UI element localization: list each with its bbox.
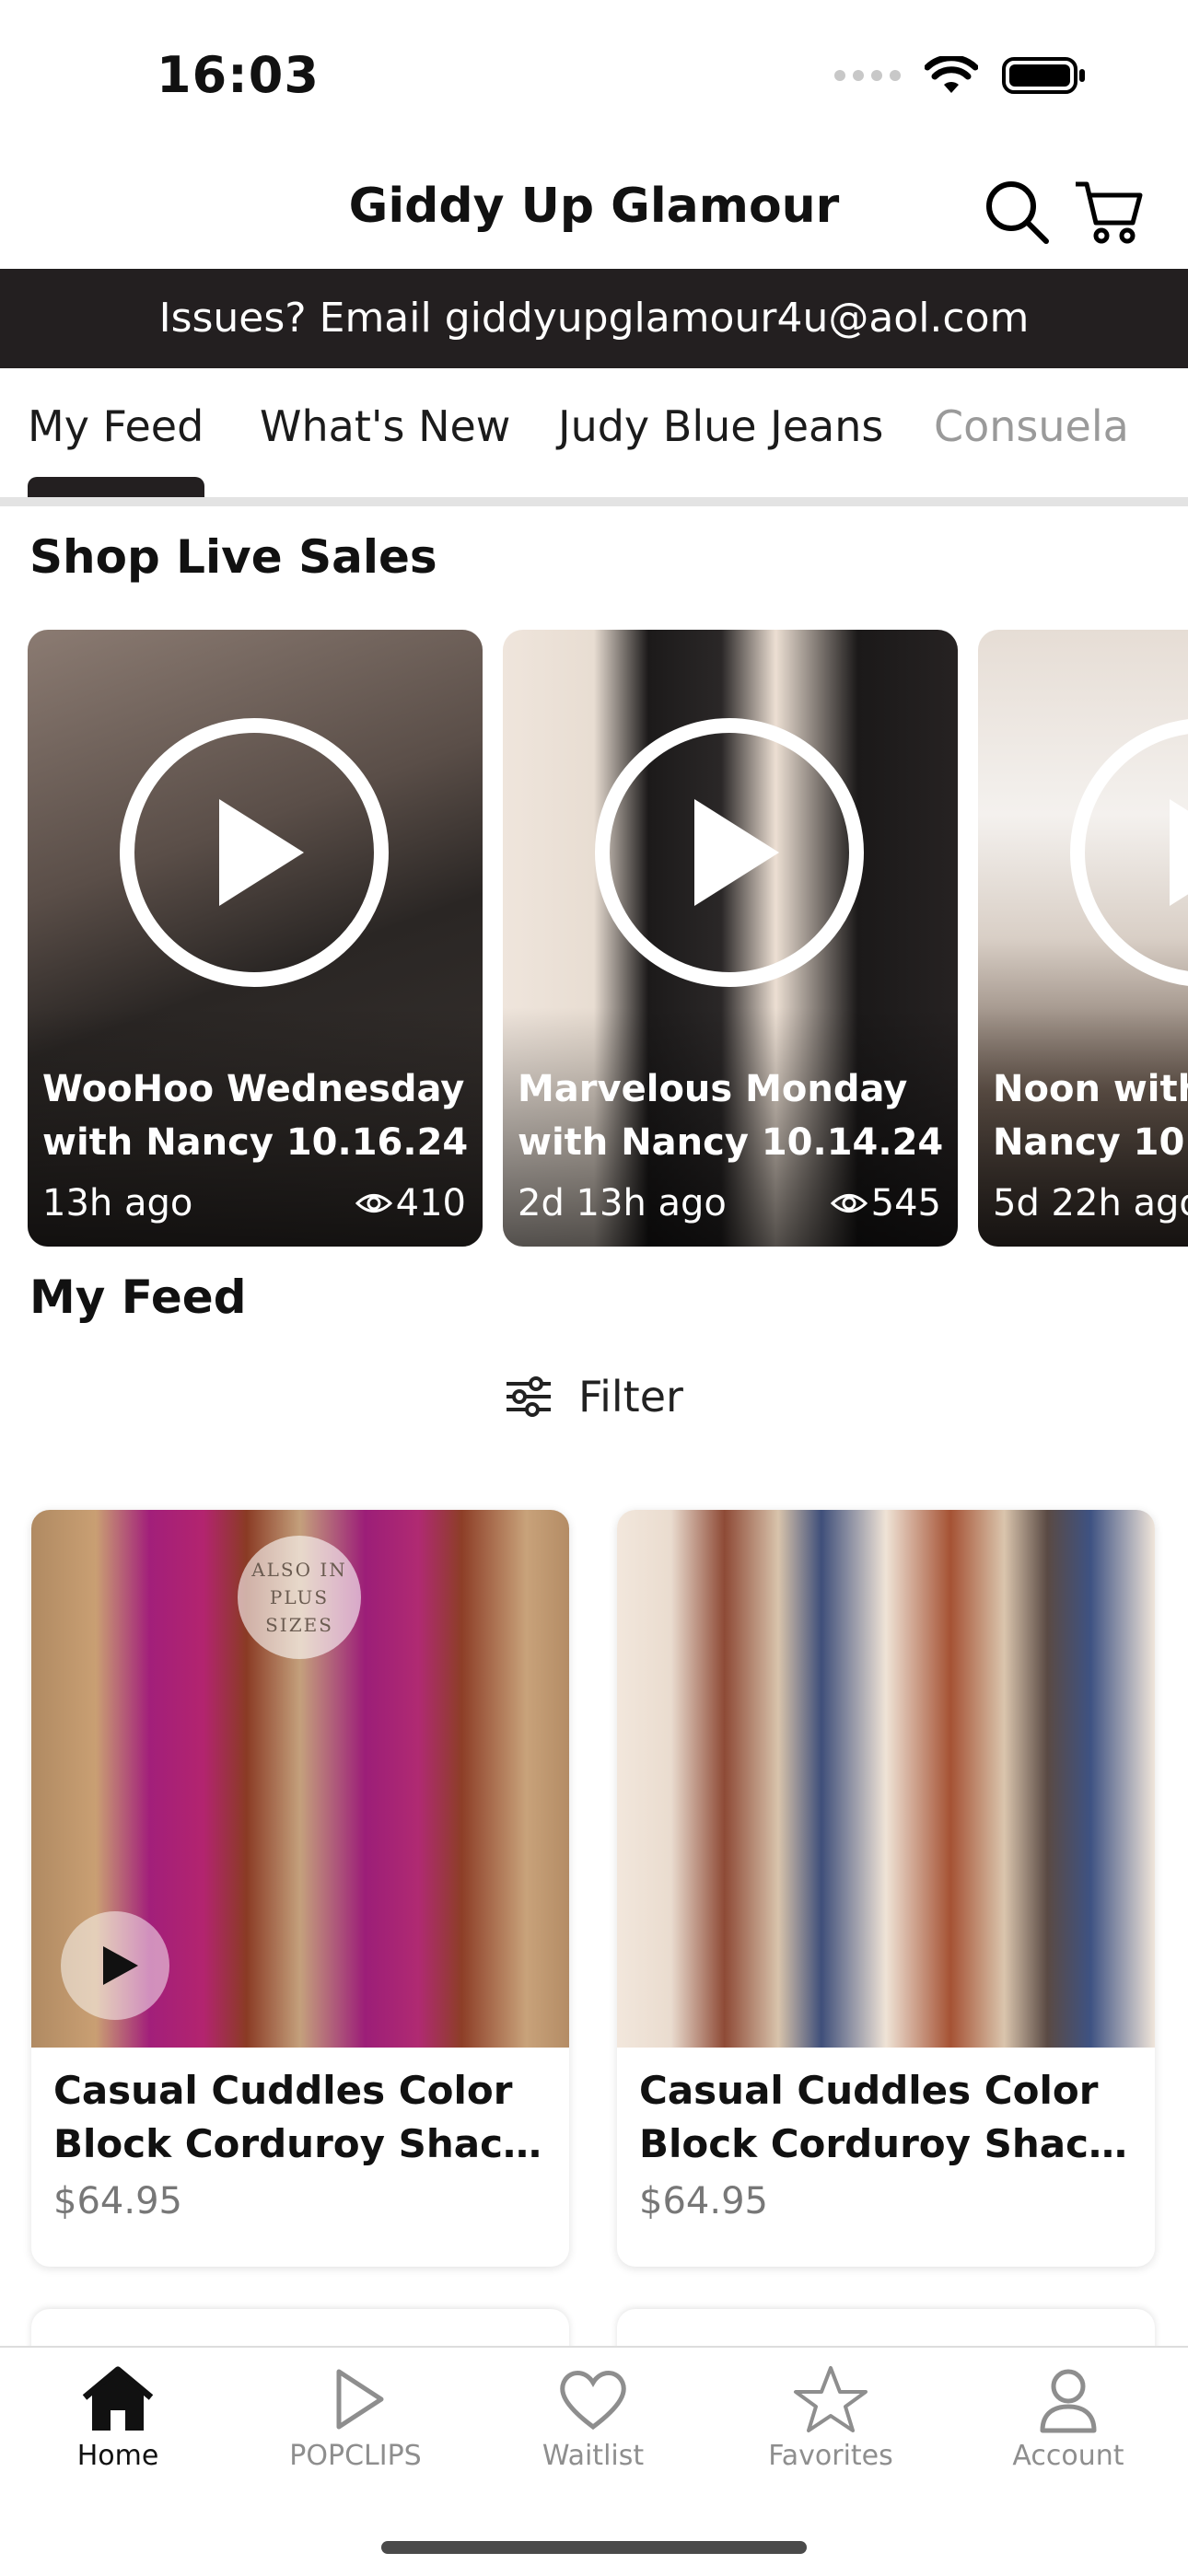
category-tabs: My Feed What's New Judy Blue Jeans Consu… xyxy=(0,368,1188,506)
live-sale-time: 13h ago xyxy=(42,1182,193,1224)
nav-account[interactable]: Account xyxy=(958,2364,1179,2472)
account-icon xyxy=(1040,2369,1097,2433)
live-sale-title: Marvelous Monday with Nancy 10.14.24 xyxy=(518,1068,944,1164)
view-count: 545 xyxy=(830,1182,941,1224)
nav-label: POPCLIPS xyxy=(289,2440,422,2472)
play-icon xyxy=(103,1946,138,1985)
product-image xyxy=(617,1510,1155,2048)
search-icon[interactable] xyxy=(980,175,1054,249)
filter-label: Filter xyxy=(578,1372,683,1421)
wifi-icon xyxy=(925,56,978,93)
shop-live-sales-title: Shop Live Sales xyxy=(29,530,437,584)
app-header: Giddy Up Glamour xyxy=(0,147,1188,269)
support-banner[interactable]: Issues? Email giddyupglamour4u@aol.com xyxy=(0,269,1188,368)
filter-button[interactable]: Filter xyxy=(505,1372,683,1421)
my-feed-title: My Feed xyxy=(29,1271,247,1324)
nav-waitlist[interactable]: Waitlist xyxy=(483,2364,704,2472)
play-icon[interactable] xyxy=(1066,714,1188,991)
nav-label: Home xyxy=(76,2440,159,2472)
live-sale-title: WooHoo Wednesday with Nancy 10.16.24 xyxy=(42,1068,469,1164)
star-icon xyxy=(794,2366,868,2432)
live-sales-carousel[interactable]: WooHoo Wednesday with Nancy 10.16.24 13h… xyxy=(0,630,1188,1248)
play-icon xyxy=(336,2369,384,2430)
plus-sizes-badge: ALSO IN PLUS SIZES xyxy=(238,1536,361,1659)
view-count: 410 xyxy=(355,1182,466,1224)
tab-whats-new[interactable]: What's New xyxy=(260,401,510,451)
nav-label: Favorites xyxy=(768,2440,893,2472)
play-icon[interactable] xyxy=(116,714,392,991)
product-name: Casual Cuddles Color Block Corduroy Shac… xyxy=(53,2068,554,2166)
home-icon xyxy=(82,2366,154,2431)
nav-popclips[interactable]: POPCLIPS xyxy=(245,2364,466,2472)
nav-home[interactable]: Home xyxy=(7,2364,228,2472)
live-sale-time: 2d 13h ago xyxy=(518,1182,727,1224)
product-price: $64.95 xyxy=(639,2180,768,2222)
heart-icon xyxy=(560,2371,626,2431)
tab-my-feed[interactable]: My Feed xyxy=(28,401,204,451)
live-sale-card[interactable]: Noon with Nancy 10.1 5d 22h ago xyxy=(978,630,1188,1247)
video-play-button[interactable] xyxy=(61,1911,169,2020)
eye-icon xyxy=(355,1194,392,1213)
cart-icon[interactable] xyxy=(1072,175,1146,249)
nav-favorites[interactable]: Favorites xyxy=(720,2364,941,2472)
tab-judy-blue-jeans[interactable]: Judy Blue Jeans xyxy=(558,401,883,451)
play-icon[interactable] xyxy=(591,714,868,991)
home-indicator[interactable] xyxy=(381,2541,807,2554)
eye-icon xyxy=(830,1194,868,1213)
nav-label: Account xyxy=(1012,2440,1124,2472)
nav-label: Waitlist xyxy=(542,2440,645,2472)
battery-icon xyxy=(1002,57,1085,94)
status-bar: 16:03 xyxy=(0,0,1188,147)
live-sale-time: 5d 22h ago xyxy=(993,1182,1188,1224)
live-sale-title: Noon with Nancy 10.1 xyxy=(993,1068,1188,1164)
status-icons xyxy=(834,55,1087,96)
tab-consuela[interactable]: Consuela xyxy=(934,401,1129,451)
status-time: 16:03 xyxy=(157,46,320,104)
product-name: Casual Cuddles Color Block Corduroy Shac… xyxy=(639,2068,1140,2166)
product-card[interactable]: ALSO IN PLUS SIZES Casual Cuddles Color … xyxy=(31,1510,569,2267)
filter-sliders-icon xyxy=(507,1376,551,1417)
live-sale-card[interactable]: WooHoo Wednesday with Nancy 10.16.24 13h… xyxy=(28,630,483,1247)
active-tab-indicator xyxy=(28,477,204,497)
product-price: $64.95 xyxy=(53,2180,182,2222)
product-card[interactable]: Casual Cuddles Color Block Corduroy Shac… xyxy=(617,1510,1155,2267)
live-sale-card[interactable]: Marvelous Monday with Nancy 10.14.24 2d … xyxy=(503,630,958,1247)
cellular-signal-icon xyxy=(834,70,901,81)
